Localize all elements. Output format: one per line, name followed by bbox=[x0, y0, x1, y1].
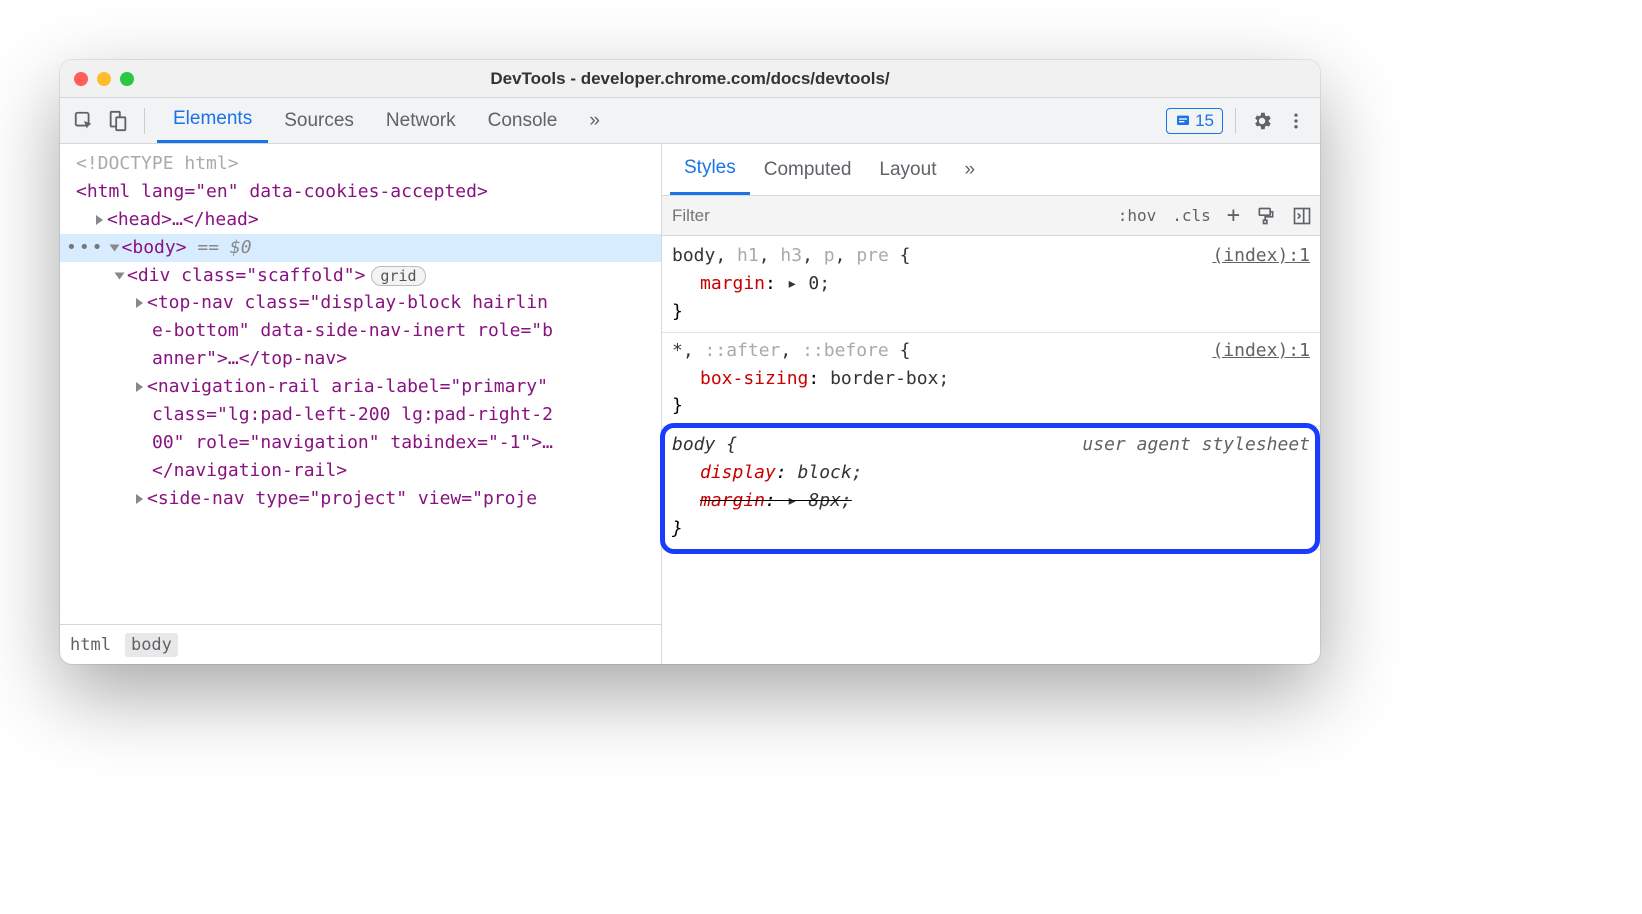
css-property[interactable]: margin: ▸ 0; bbox=[672, 270, 1310, 298]
style-rule[interactable]: (index):1body, h1, h3, p, pre {margin: ▸… bbox=[662, 238, 1320, 333]
separator bbox=[144, 108, 145, 134]
window-title: DevTools - developer.chrome.com/docs/dev… bbox=[60, 69, 1320, 89]
grid-badge[interactable]: grid bbox=[371, 266, 425, 286]
window-controls bbox=[74, 72, 134, 86]
styles-subtabs: Styles Computed Layout » bbox=[662, 144, 1320, 196]
elements-panel: <!DOCTYPE html> <html lang="en" data-coo… bbox=[60, 144, 662, 664]
paint-icon[interactable] bbox=[1248, 206, 1284, 226]
subtab-computed[interactable]: Computed bbox=[750, 144, 866, 195]
content-panes: <!DOCTYPE html> <html lang="en" data-coo… bbox=[60, 144, 1320, 664]
new-style-rule-icon[interactable]: + bbox=[1219, 203, 1248, 228]
dom-topnav[interactable]: e-bottom" data-side-nav-inert role="b bbox=[60, 317, 661, 345]
dom-tree[interactable]: <!DOCTYPE html> <html lang="en" data-coo… bbox=[60, 144, 661, 624]
dom-div-scaffold[interactable]: <div class="scaffold">grid bbox=[60, 262, 661, 290]
dom-topnav[interactable]: <top-nav class="display-block hairlin bbox=[60, 289, 661, 317]
computed-toggle-icon[interactable] bbox=[1284, 206, 1320, 226]
subtab-layout[interactable]: Layout bbox=[865, 144, 950, 195]
dom-sidenav[interactable]: <side-nav type="project" view="proje bbox=[60, 485, 661, 513]
style-rule[interactable]: user agent stylesheetbody {display: bloc… bbox=[662, 427, 1320, 550]
tab-console[interactable]: Console bbox=[472, 98, 574, 143]
rule-source-link[interactable]: user agent stylesheet bbox=[1082, 431, 1310, 459]
rule-source-link[interactable]: (index):1 bbox=[1212, 337, 1310, 365]
devtools-window: DevTools - developer.chrome.com/docs/dev… bbox=[60, 60, 1320, 664]
close-icon[interactable] bbox=[74, 72, 88, 86]
zoom-icon[interactable] bbox=[120, 72, 134, 86]
css-property[interactable]: box-sizing: border-box; bbox=[672, 365, 1310, 393]
inspect-icon[interactable] bbox=[70, 107, 98, 135]
issues-badge[interactable]: 15 bbox=[1166, 108, 1223, 134]
device-toggle-icon[interactable] bbox=[104, 107, 132, 135]
rule-source-link[interactable]: (index):1 bbox=[1212, 242, 1310, 270]
separator bbox=[1235, 108, 1236, 134]
hov-toggle[interactable]: :hov bbox=[1110, 206, 1165, 225]
styles-filter-input[interactable] bbox=[662, 196, 903, 235]
issues-count: 15 bbox=[1195, 111, 1214, 131]
panel-tabs: Elements Sources Network Console » bbox=[157, 98, 616, 143]
rule-close-brace: } bbox=[672, 515, 1310, 543]
css-property[interactable]: display: block; bbox=[672, 459, 1310, 487]
rule-close-brace: } bbox=[672, 298, 1310, 326]
dom-doctype[interactable]: <!DOCTYPE html> bbox=[60, 150, 661, 178]
main-toolbar: Elements Sources Network Console » 15 bbox=[60, 98, 1320, 144]
more-tabs-icon[interactable]: » bbox=[573, 98, 616, 143]
dom-topnav[interactable]: anner">…</top-nav> bbox=[60, 345, 661, 373]
css-property[interactable]: margin: ▸ 8px; bbox=[672, 487, 1310, 515]
tab-elements[interactable]: Elements bbox=[157, 98, 268, 143]
crumb-html[interactable]: html bbox=[70, 635, 111, 655]
dom-navrail[interactable]: class="lg:pad-left-200 lg:pad-right-2 bbox=[60, 401, 661, 429]
gear-icon[interactable] bbox=[1248, 107, 1276, 135]
styles-rules: (index):1body, h1, h3, p, pre {margin: ▸… bbox=[662, 236, 1320, 664]
minimize-icon[interactable] bbox=[97, 72, 111, 86]
styles-panel: Styles Computed Layout » :hov .cls + bbox=[662, 144, 1320, 664]
dom-html[interactable]: <html lang="en" data-cookies-accepted> bbox=[60, 178, 661, 206]
crumb-body[interactable]: body bbox=[125, 633, 178, 657]
more-subtabs-icon[interactable]: » bbox=[950, 144, 989, 195]
dom-navrail[interactable]: 00" role="navigation" tabindex="-1">… bbox=[60, 429, 661, 457]
tab-network[interactable]: Network bbox=[370, 98, 472, 143]
selection-dots-icon: ••• bbox=[60, 234, 107, 262]
styles-filterbar: :hov .cls + bbox=[662, 196, 1320, 236]
breadcrumb: html body bbox=[60, 624, 661, 664]
cls-toggle[interactable]: .cls bbox=[1164, 206, 1219, 225]
dom-body-selected[interactable]: ••• <body> == $0 bbox=[60, 234, 661, 262]
rule-close-brace: } bbox=[672, 392, 1310, 420]
dom-head[interactable]: <head>…</head> bbox=[60, 206, 661, 234]
titlebar: DevTools - developer.chrome.com/docs/dev… bbox=[60, 60, 1320, 98]
dom-navrail[interactable]: </navigation-rail> bbox=[60, 457, 661, 485]
kebab-icon[interactable] bbox=[1282, 107, 1310, 135]
subtab-styles[interactable]: Styles bbox=[670, 144, 750, 195]
dom-navrail[interactable]: <navigation-rail aria-label="primary" bbox=[60, 373, 661, 401]
style-rule[interactable]: (index):1*, ::after, ::before {box-sizin… bbox=[662, 333, 1320, 428]
tab-sources[interactable]: Sources bbox=[268, 98, 370, 143]
